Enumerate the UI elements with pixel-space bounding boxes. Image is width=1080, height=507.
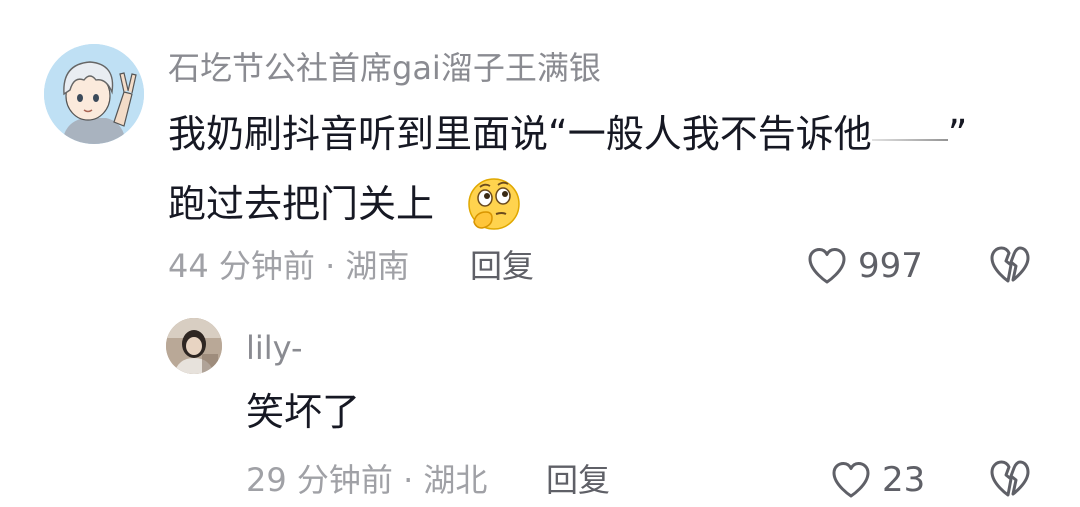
reply-button[interactable]: 回复 <box>470 246 534 286</box>
comment-text-line-1: 我奶刷抖音听到里面说“一般人我不告诉他 ” <box>168 110 967 158</box>
reply-avatar[interactable] <box>166 318 222 374</box>
like-count: 997 <box>858 246 923 286</box>
reply-text: 笑坏了 <box>246 390 361 434</box>
broken-heart-icon <box>990 460 1030 497</box>
comment-text-line-2: 跑过去把门关上 <box>168 180 434 228</box>
like-button[interactable]: 997 <box>806 244 932 288</box>
dislike-button[interactable] <box>988 458 1032 502</box>
thinking-face-emoji-icon <box>466 176 522 232</box>
meta-separator: · <box>325 247 336 285</box>
heart-outline-icon <box>832 462 870 498</box>
meta-separator: · <box>403 461 414 499</box>
dislike-button[interactable] <box>988 244 1032 288</box>
reply-meta: 29 分钟前 · 湖北 <box>246 460 487 500</box>
comment-meta: 44 分钟前 · 湖南 <box>168 246 409 286</box>
comment-location: 湖南 <box>345 247 410 285</box>
reply-time: 29 分钟前 <box>246 461 393 499</box>
comment-avatar[interactable] <box>44 44 144 144</box>
reply-location: 湖北 <box>423 461 488 499</box>
cartoon-boy-peace-sign-avatar-icon <box>44 44 144 144</box>
reply-button[interactable]: 回复 <box>546 460 610 500</box>
like-button[interactable]: 23 <box>830 458 930 502</box>
comment-text-line-2-text: 跑过去把门关上 <box>168 182 435 226</box>
photo-avatar-icon <box>166 318 222 374</box>
censored-blank-underline <box>871 139 948 141</box>
comment-username[interactable]: 石圪节公社首席gai溜子王满银 <box>168 48 601 88</box>
reply-username[interactable]: lily- <box>246 328 303 368</box>
comment-time: 44 分钟前 <box>168 247 315 285</box>
heart-outline-icon <box>808 248 846 284</box>
like-count: 23 <box>882 460 926 500</box>
comment-text-before-blank: 我奶刷抖音听到里面说“一般人我不告诉他 <box>168 112 872 156</box>
comment-text-after-blank: ” <box>947 112 968 156</box>
broken-heart-icon <box>990 246 1030 283</box>
